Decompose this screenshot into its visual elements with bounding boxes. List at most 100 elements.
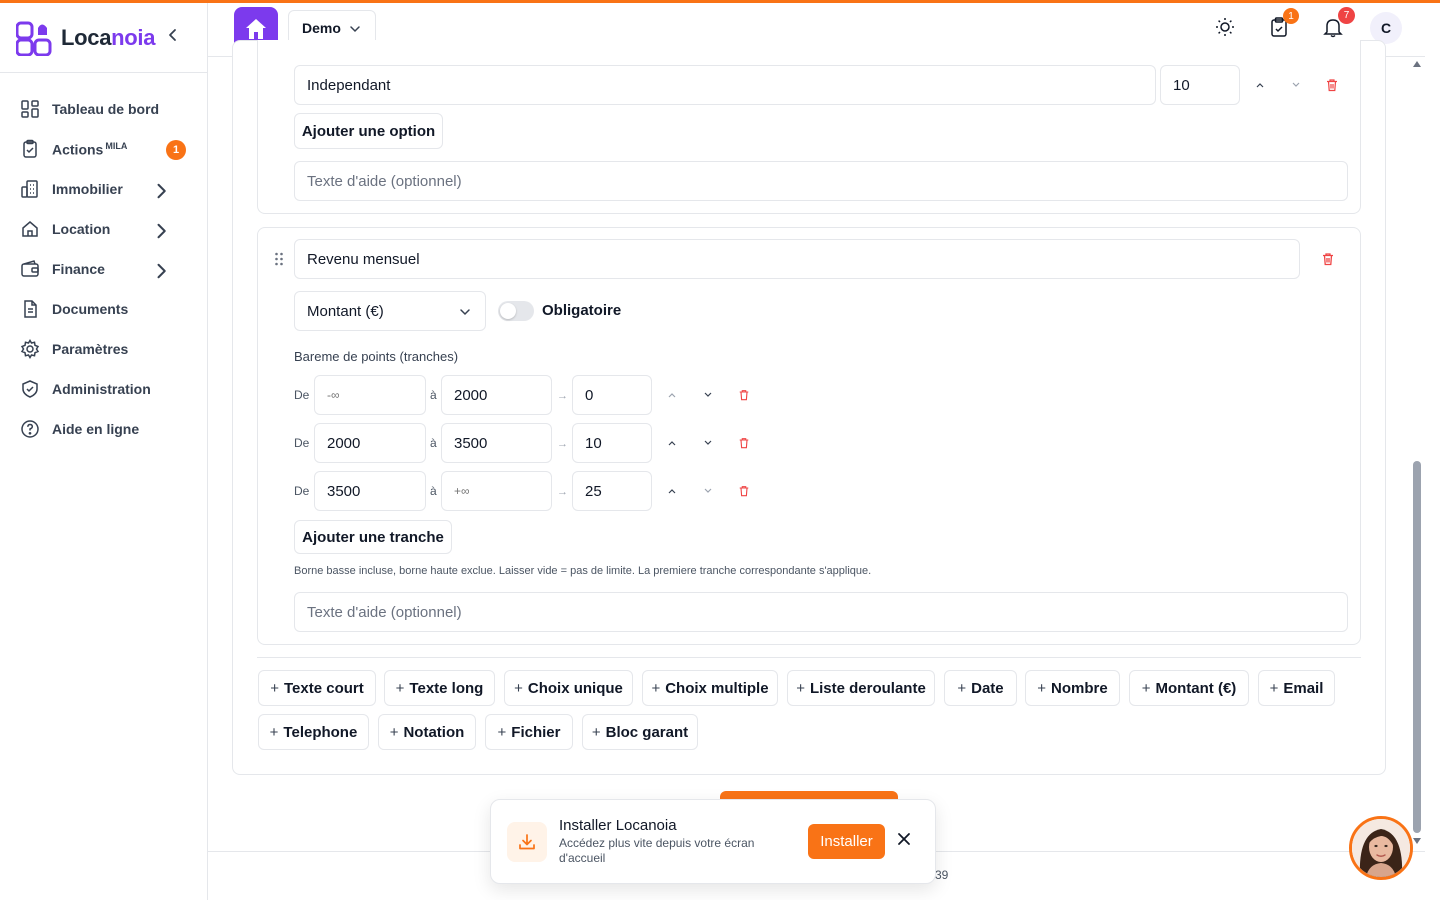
chevron-right-icon [157,223,166,239]
plus-icon: + [1037,679,1047,697]
chevron-left-icon[interactable] [165,27,181,43]
sidebar-item-aide-en-ligne[interactable]: Aide en ligne [0,409,207,449]
add-rating-button[interactable]: + Notation [378,714,476,750]
add-number-button[interactable]: + Nombre [1025,670,1120,706]
plus-icon: + [591,723,601,741]
range-points-input[interactable]: 10 [572,423,652,463]
sidebar-item-finance[interactable]: Finance [0,249,207,289]
from-label: De [294,484,310,498]
add-multiple-choice-button[interactable]: + Choix multiple [642,670,778,706]
required-label: Obligatoire [542,302,622,319]
install-title: Installer Locanoia [559,817,677,834]
scale-label: Bareme de points (tranches) [294,349,459,364]
sidebar-item-location[interactable]: Location [0,209,207,249]
range-to-input[interactable]: 2000 [441,375,552,415]
chevron-down-icon[interactable] [702,389,714,401]
option-label-input[interactable]: Independant [294,65,1156,105]
plus-icon: + [651,679,661,697]
chevron-up-icon[interactable] [666,485,678,497]
add-single-choice-button[interactable]: + Choix unique [504,670,633,706]
sidebar-item-label: Aide en ligne [52,421,140,437]
field-title-input[interactable]: Revenu mensuel [294,239,1300,279]
range-to-input[interactable]: 3500 [441,423,552,463]
range-from-input[interactable] [314,375,426,415]
trash-icon[interactable] [738,389,750,401]
close-icon[interactable] [897,832,911,846]
sidebar-item-label: Paramètres [52,341,129,357]
sidebar-nav: Tableau de bord Actions MILA 1 Immobilier… [0,73,207,449]
trash-icon[interactable] [738,437,750,449]
chevron-down-icon[interactable] [1290,79,1302,91]
option-points-input[interactable]: 10 [1160,65,1240,105]
home-icon [22,221,38,237]
sun-icon[interactable] [1214,16,1236,38]
building-icon [21,180,38,198]
add-long-text-button[interactable]: + Texte long [384,670,495,706]
add-amount-button[interactable]: + Montant (€) [1129,670,1249,706]
chevron-down-icon[interactable] [702,485,714,497]
add-phone-button[interactable]: + Telephone [258,714,369,750]
range-points-input[interactable]: 0 [572,375,652,415]
plus-icon: + [514,679,523,697]
sidebar-item-tableau-de-bord[interactable]: Tableau de bord [0,89,207,129]
range-points-input[interactable]: 25 [572,471,652,511]
required-toggle[interactable] [498,301,534,321]
add-guarantor-block-button[interactable]: + Bloc garant [582,714,698,750]
scroll-thumb[interactable] [1413,461,1421,833]
sidebar-item-immobilier[interactable]: Immobilier [0,169,207,209]
add-file-button[interactable]: + Fichier [485,714,573,750]
sidebar-item-label: Finance [52,261,105,277]
drag-handle-icon[interactable] [274,252,284,266]
install-button[interactable]: Installer [808,824,885,859]
dashboard-icon [21,100,39,118]
add-email-button[interactable]: + Email [1258,670,1335,706]
add-date-button[interactable]: + Date [944,670,1017,706]
arrow-label: → [557,390,568,402]
brand[interactable]: Locanoia [0,3,207,73]
notifications-badge: 7 [1338,7,1355,24]
add-range-button[interactable]: Ajouter une tranche [294,520,452,554]
install-prompt: Installer Locanoia Accédez plus vite dep… [490,799,936,884]
sidebar-item-label: Immobilier [52,181,123,197]
chevron-up-icon[interactable] [666,389,678,401]
chevron-up-icon[interactable] [666,437,678,449]
chevron-down-icon [350,26,360,33]
help-text-input[interactable]: Texte d'aide (optionnel) [294,161,1348,201]
delete-field-icon[interactable] [1321,252,1335,266]
sidebar: Locanoia Tableau de bord Actions MILA 1 I… [0,3,208,900]
sidebar-item-parametres[interactable]: Paramètres [0,329,207,369]
chevron-down-icon[interactable] [702,437,714,449]
field-type-value: Montant (€) [307,302,384,320]
add-short-text-button[interactable]: + Texte court [258,670,376,706]
add-option-button[interactable]: Ajouter une option [294,113,443,149]
field-type-select[interactable]: Montant (€) [294,291,486,331]
range-from-input[interactable]: 2000 [314,423,426,463]
trash-icon[interactable] [738,485,750,497]
chevron-right-icon [157,183,166,199]
sidebar-item-administration[interactable]: Administration [0,369,207,409]
add-dropdown-button[interactable]: + Liste deroulante [787,670,935,706]
scroll-up-arrow[interactable] [1413,61,1421,67]
logo-icon [16,21,52,56]
sidebar-item-documents[interactable]: Documents [0,289,207,329]
sidebar-item-label: Tableau de bord [52,101,160,117]
arrow-label: → [557,486,568,498]
chevron-up-icon[interactable] [1254,79,1266,91]
assistant-avatar[interactable] [1349,816,1413,880]
sidebar-item-label: Actions MILA [52,140,128,158]
plus-icon: + [270,679,279,697]
help-text-input[interactable]: Texte d'aide (optionnel) [294,592,1348,632]
plus-icon: + [796,679,805,697]
to-label: à [430,388,437,402]
to-label: à [430,484,437,498]
from-label: De [294,436,310,450]
scrollbar[interactable] [1410,57,1425,851]
download-icon [507,822,547,862]
trash-icon[interactable] [1325,78,1339,92]
range-to-input[interactable] [441,471,552,511]
scroll-down-arrow[interactable] [1413,838,1421,844]
sidebar-item-actions[interactable]: Actions MILA 1 [0,129,207,169]
workspace-label: Demo [302,20,341,36]
range-from-input[interactable]: 3500 [314,471,426,511]
chevron-right-icon [157,263,166,279]
